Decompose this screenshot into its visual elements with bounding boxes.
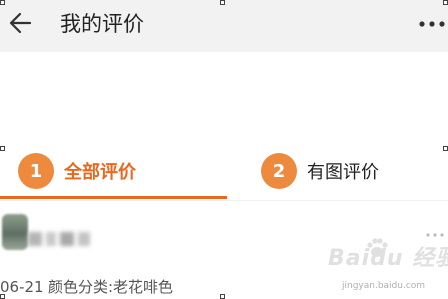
crop-mark — [443, 0, 448, 5]
crop-mark — [220, 294, 225, 299]
username-blurred — [28, 226, 100, 252]
more-horizontal-icon[interactable] — [416, 12, 448, 36]
app-header: 我的评价 — [0, 0, 448, 52]
page-title: 我的评价 — [60, 12, 144, 36]
watermark-url: jingyan.baidu.com — [342, 281, 426, 291]
watermark-logo-text: Baidu 经验 — [328, 246, 448, 271]
arrow-left-icon[interactable] — [6, 8, 36, 38]
review-date: 06-21 — [0, 278, 44, 296]
tab-label: 全部评价 — [64, 162, 136, 183]
tab-all-reviews[interactable]: 1 全部评价 — [18, 153, 136, 189]
paw-icon — [367, 238, 388, 257]
tab-number-badge: 2 — [261, 153, 297, 189]
crop-mark — [0, 0, 5, 5]
tab-photo-reviews[interactable]: 2 有图评价 — [261, 153, 379, 189]
review-tabs: 1 全部评价 2 有图评价 — [0, 140, 448, 202]
tab-divider — [0, 200, 448, 201]
review-spec: 颜色分类:老花啡色 — [48, 278, 174, 296]
baidu-jingyan-watermark: Baidu 经验 — [328, 236, 448, 282]
tab-label: 有图评价 — [307, 162, 379, 183]
active-tab-indicator — [0, 196, 227, 199]
avatar — [2, 214, 28, 250]
tab-number-badge: 1 — [18, 153, 54, 189]
crop-mark — [220, 0, 225, 5]
